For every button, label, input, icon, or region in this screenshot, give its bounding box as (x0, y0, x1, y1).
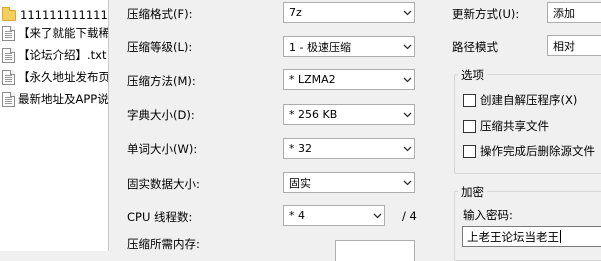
word-size-label: 单词大小(W): (127, 142, 198, 156)
cpu-threads-label: CPU 线程数: (127, 210, 193, 224)
compress-shared-label: 压缩共享文件 (480, 119, 549, 133)
delete-after-label: 操作完成后删除源文件 (480, 144, 595, 158)
document-icon (2, 69, 15, 85)
text-caret (560, 230, 561, 243)
document-icon (2, 25, 15, 41)
cpu-threads-select[interactable]: * 4 (283, 205, 385, 226)
format-value: 7z (289, 6, 302, 19)
file-list-item[interactable]: 最新地址及APP说 (0, 90, 109, 108)
cpu-threads-value: * 4 (289, 209, 305, 222)
dictionary-value: * 256 KB (289, 108, 338, 121)
path-mode-label: 路径模式 (452, 40, 498, 54)
update-mode-value: 添加 (553, 6, 575, 20)
chevron-down-icon (400, 37, 414, 56)
memory-label: 压缩所需内存: (127, 237, 200, 251)
method-value: * LZMA2 (289, 73, 336, 86)
encryption-title: 加密 (458, 184, 487, 200)
password-input[interactable]: 上老王论坛当老王 (462, 226, 601, 247)
word-size-value: * 32 (289, 142, 312, 155)
update-mode-label: 更新方式(U): (452, 7, 520, 21)
level-select[interactable]: 1 - 极速压缩 (283, 36, 415, 57)
compress-shared-option[interactable]: 压缩共享文件 (463, 118, 549, 134)
create-sfx-option[interactable]: 创建自解压程序(X) (463, 92, 577, 108)
document-icon (2, 47, 15, 63)
dictionary-label: 字典大小(D): (127, 108, 195, 122)
update-mode-select[interactable]: 添加 (547, 2, 601, 23)
level-label: 压缩等级(L): (127, 40, 193, 54)
method-select[interactable]: * LZMA2 (283, 69, 415, 90)
file-name: 最新地址及APP说 (18, 92, 109, 106)
password-value: 上老王论坛当老王 (467, 229, 559, 244)
chevron-down-icon (400, 105, 414, 124)
solid-block-select[interactable]: 固实 (283, 172, 415, 193)
folder-icon (2, 6, 16, 21)
chevron-down-icon (400, 70, 414, 89)
file-name: 11111111111111 (20, 8, 108, 22)
word-size-select[interactable]: * 32 (283, 138, 415, 159)
password-label: 输入密码: (463, 208, 513, 222)
level-value: 1 - 极速压缩 (289, 40, 351, 54)
cpu-threads-total: / 4 (402, 209, 417, 223)
format-label: 压缩格式(F): (127, 7, 193, 21)
chevron-down-icon (400, 173, 414, 192)
file-list-item[interactable]: 11111111111111 (0, 6, 108, 24)
solid-block-value: 固实 (289, 176, 311, 190)
file-name: 【论坛介绍】.txt (18, 48, 107, 62)
chevron-down-icon (370, 206, 384, 225)
chevron-down-icon (400, 139, 414, 158)
path-mode-select[interactable]: 相对 (547, 35, 601, 56)
file-list-panel: 11111111111111 【来了就能下载稀 【论坛介绍】.txt 【永久地址… (0, 0, 109, 251)
solid-block-label: 固实数据大小: (127, 177, 200, 191)
document-icon (2, 91, 15, 107)
create-sfx-label: 创建自解压程序(X) (480, 93, 578, 107)
file-name: 【永久地址发布页 (18, 70, 109, 84)
file-list-item[interactable]: 【来了就能下载稀 (0, 24, 109, 42)
file-list-item[interactable]: 【永久地址发布页 (0, 68, 109, 86)
chevron-down-icon (400, 3, 414, 22)
create-sfx-checkbox[interactable] (463, 93, 476, 107)
path-mode-value: 相对 (553, 39, 575, 53)
compress-shared-checkbox[interactable] (463, 119, 476, 133)
format-select[interactable]: 7z (283, 2, 415, 23)
delete-after-option[interactable]: 操作完成后删除源文件 (463, 143, 595, 159)
dictionary-select[interactable]: * 256 KB (283, 104, 415, 125)
file-list-item[interactable]: 【论坛介绍】.txt (0, 46, 108, 64)
method-label: 压缩方法(M): (127, 74, 196, 88)
options-title: 选项 (458, 67, 487, 83)
file-name: 【来了就能下载稀 (18, 26, 109, 40)
delete-after-checkbox[interactable] (463, 144, 476, 158)
